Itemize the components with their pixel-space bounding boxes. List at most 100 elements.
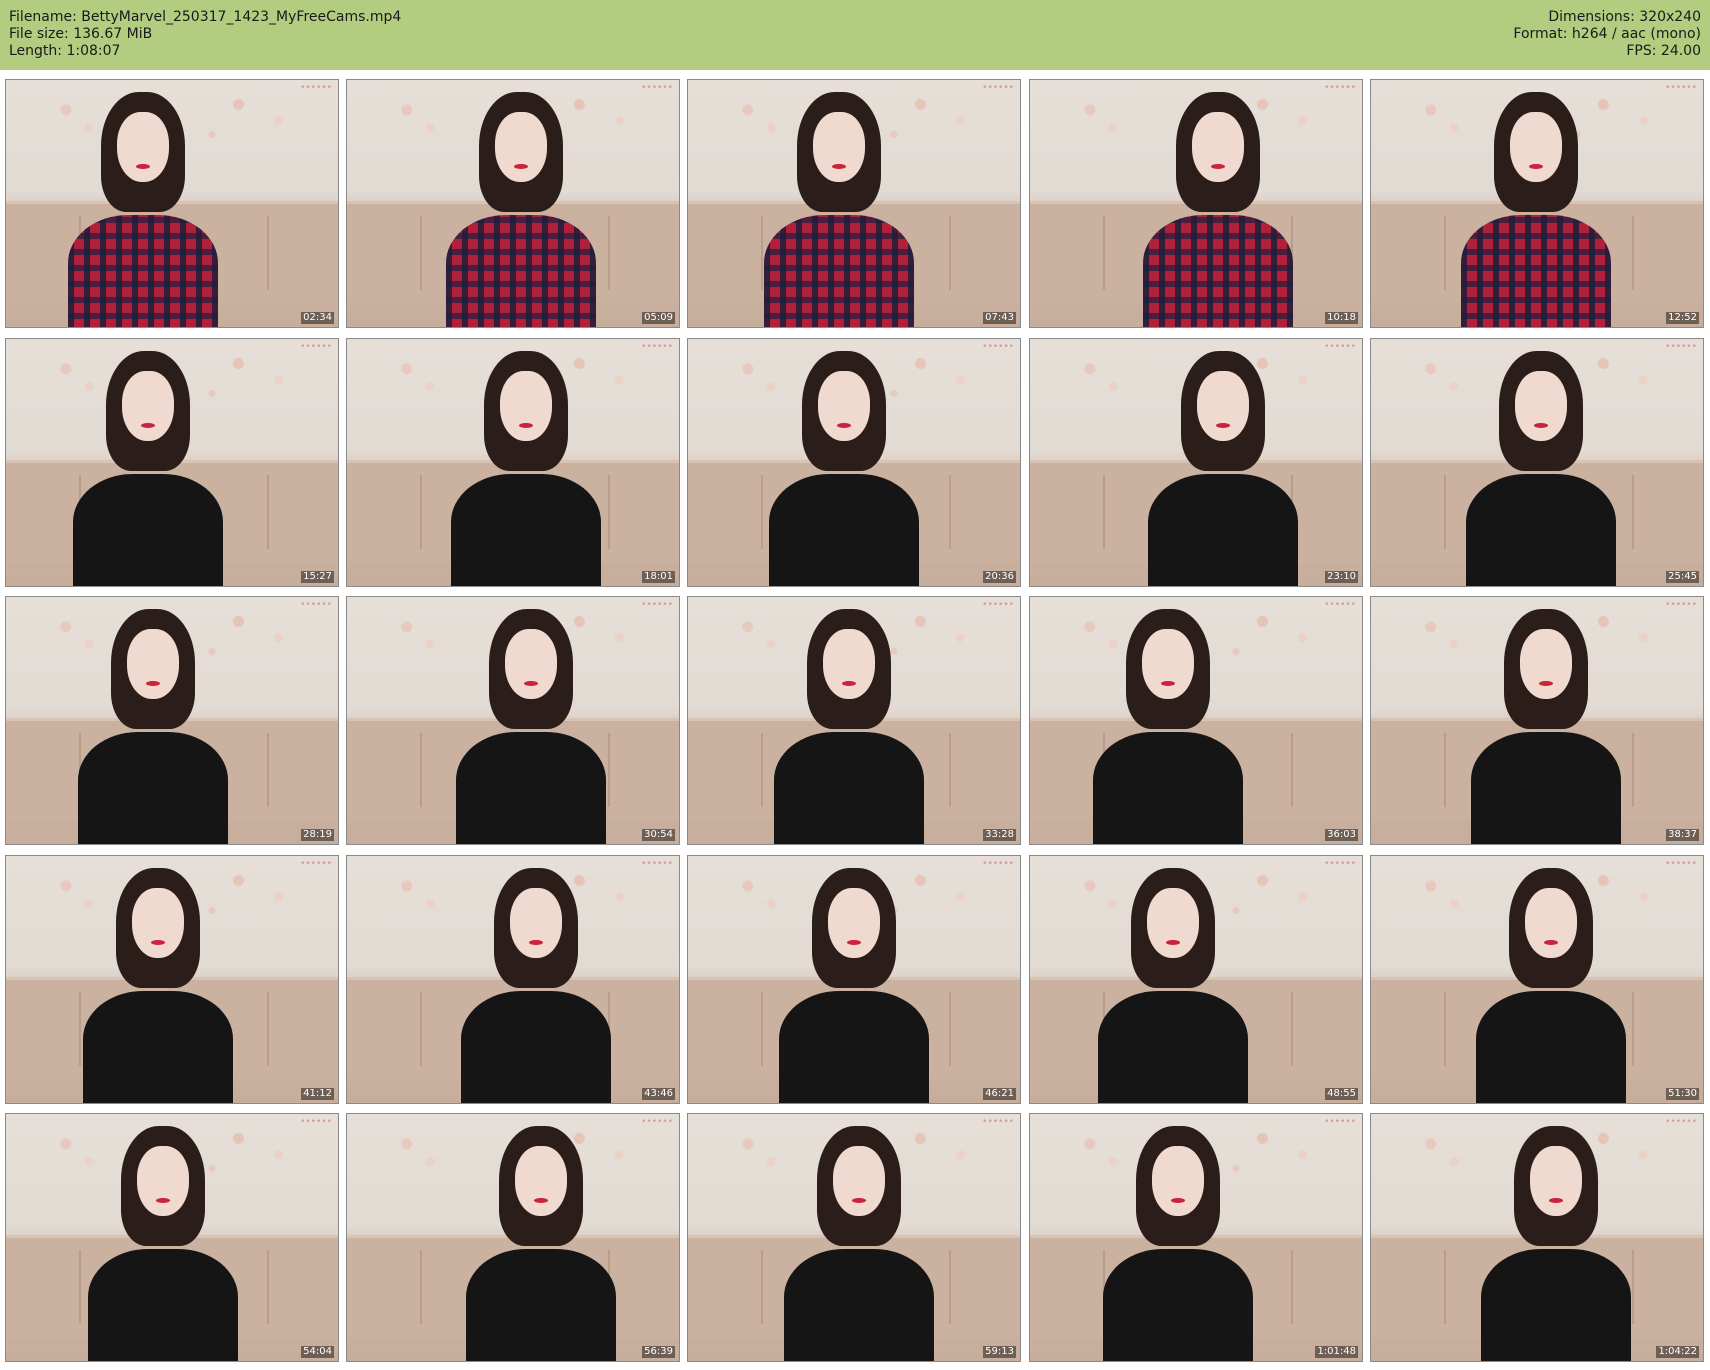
thumbnail-timestamp: 05:09 — [642, 312, 675, 324]
figure-torso — [1103, 1249, 1253, 1361]
figure-face — [1515, 371, 1567, 441]
video-thumbnail: •••••• 59:13 — [687, 1113, 1021, 1362]
length-label: Length: 1:08:07 — [9, 43, 121, 59]
thumbnail-frame — [1371, 1114, 1703, 1361]
video-thumbnail: •••••• 51:30 — [1370, 855, 1704, 1104]
figure-face — [818, 371, 870, 441]
info-right: Dimensions: 320x240 Format: h264 / aac (… — [1513, 9, 1701, 60]
fps-label: FPS: 24.00 — [1626, 43, 1701, 59]
sofa-seam — [420, 732, 422, 807]
figure-lips — [1544, 940, 1558, 945]
figure-face — [1197, 371, 1249, 441]
watermark-logo: •••••• — [300, 342, 332, 352]
sofa-seam — [1444, 1249, 1446, 1324]
figure-face — [1525, 888, 1577, 958]
watermark-logo: •••••• — [1324, 859, 1356, 869]
thumbnail-frame — [347, 339, 679, 586]
figure-lips — [842, 681, 856, 686]
sofa-seam — [1632, 732, 1634, 807]
figure-face — [1152, 1146, 1204, 1216]
watermark-logo: •••••• — [982, 342, 1014, 352]
figure-torso — [461, 991, 611, 1103]
sofa-seam — [267, 474, 269, 549]
watermark-logo: •••••• — [641, 342, 673, 352]
watermark-logo: •••••• — [641, 1117, 673, 1127]
sofa-seam — [1291, 732, 1293, 807]
figure-torso — [73, 474, 223, 586]
figure-lips — [1539, 681, 1553, 686]
thumbnail-timestamp: 56:39 — [642, 1346, 675, 1358]
watermark-logo: •••••• — [641, 600, 673, 610]
video-thumbnail: •••••• 48:55 — [1029, 855, 1363, 1104]
thumbnail-timestamp: 48:55 — [1325, 1088, 1358, 1100]
thumbnail-timestamp: 28:19 — [301, 829, 334, 841]
thumbnail-frame — [6, 80, 338, 327]
video-thumbnail: •••••• 46:21 — [687, 855, 1021, 1104]
thumbnail-frame — [1030, 597, 1362, 844]
sofa-seam — [1444, 215, 1446, 290]
thumbnail-timestamp: 38:37 — [1666, 829, 1699, 841]
figure-face — [1142, 629, 1194, 699]
figure-lips — [151, 940, 165, 945]
figure-lips — [1549, 1198, 1563, 1203]
watermark-logo: •••••• — [1665, 600, 1697, 610]
thumbnail-timestamp: 41:12 — [301, 1088, 334, 1100]
figure-face — [1530, 1146, 1582, 1216]
figure-torso — [1461, 215, 1611, 327]
sofa-seam — [267, 215, 269, 290]
watermark-logo: •••••• — [1324, 600, 1356, 610]
figure-lips — [852, 1198, 866, 1203]
info-left: Filename: BettyMarvel_250317_1423_MyFree… — [9, 9, 401, 60]
thumbnail-timestamp: 33:28 — [983, 829, 1016, 841]
file-size-label: File size: 136.67 MiB — [9, 26, 153, 42]
figure-lips — [141, 423, 155, 428]
thumbnail-frame — [6, 856, 338, 1103]
figure-face — [833, 1146, 885, 1216]
thumbnail-frame — [1030, 80, 1362, 327]
thumbnail-frame — [688, 80, 1020, 327]
figure-lips — [1529, 164, 1543, 169]
sofa-seam — [949, 732, 951, 807]
thumbnail-frame — [1371, 339, 1703, 586]
figure-face — [132, 888, 184, 958]
figure-face — [495, 112, 547, 182]
thumbnail-frame — [6, 339, 338, 586]
figure-torso — [78, 732, 228, 844]
figure-torso — [1481, 1249, 1631, 1361]
thumbnail-frame — [688, 856, 1020, 1103]
figure-lips — [832, 164, 846, 169]
video-thumbnail: •••••• 10:18 — [1029, 79, 1363, 328]
thumbnail-timestamp: 07:43 — [983, 312, 1016, 324]
figure-face — [813, 112, 865, 182]
info-header: Filename: BettyMarvel_250317_1423_MyFree… — [0, 0, 1710, 70]
thumbnail-frame — [1371, 597, 1703, 844]
figure-face — [505, 629, 557, 699]
video-thumbnail: •••••• 15:27 — [5, 338, 339, 587]
sofa-seam — [420, 991, 422, 1066]
video-thumbnail: •••••• 12:52 — [1370, 79, 1704, 328]
figure-lips — [1534, 423, 1548, 428]
video-thumbnail: •••••• 33:28 — [687, 596, 1021, 845]
figure-lips — [837, 423, 851, 428]
thumbnail-timestamp: 51:30 — [1666, 1088, 1699, 1100]
figure-torso — [466, 1249, 616, 1361]
figure-face — [823, 629, 875, 699]
watermark-logo: •••••• — [1665, 83, 1697, 93]
figure-lips — [156, 1198, 170, 1203]
sofa-seam — [1291, 991, 1293, 1066]
watermark-logo: •••••• — [1665, 1117, 1697, 1127]
figure-torso — [1148, 474, 1298, 586]
video-thumbnail: •••••• 02:34 — [5, 79, 339, 328]
thumbnail-grid: •••••• 02:34 •••••• 05:09 •••••• 07:43 •••••• 1… — [0, 70, 1710, 1370]
video-thumbnail: •••••• 38:37 — [1370, 596, 1704, 845]
sofa-seam — [949, 991, 951, 1066]
figure-torso — [1143, 215, 1293, 327]
sofa-seam — [1632, 1249, 1634, 1324]
figure-face — [510, 888, 562, 958]
thumbnail-timestamp: 25:45 — [1666, 571, 1699, 583]
sofa-seam — [267, 1249, 269, 1324]
thumbnail-timestamp: 02:34 — [301, 312, 334, 324]
thumbnail-frame — [6, 1114, 338, 1361]
figure-lips — [529, 940, 543, 945]
thumbnail-timestamp: 54:04 — [301, 1346, 334, 1358]
